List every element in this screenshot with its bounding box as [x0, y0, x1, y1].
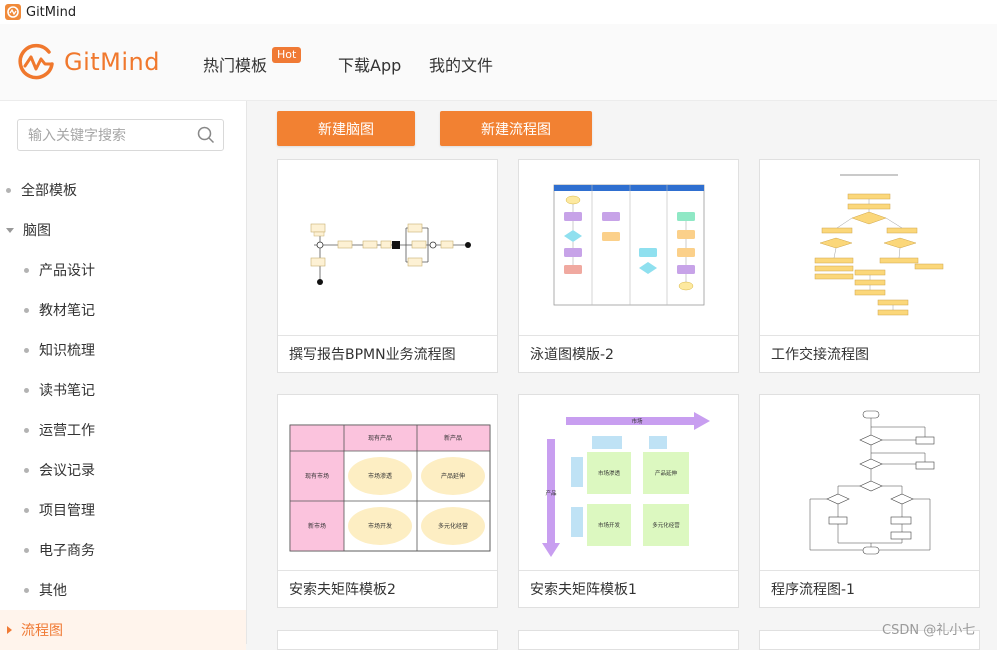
- template-thumbnail: [278, 160, 497, 336]
- window-title-bar: GitMind: [0, 0, 997, 24]
- sidebar-item-label: 全部模板: [21, 183, 77, 199]
- sidebar-item-flowchart[interactable]: 流程图: [0, 610, 246, 650]
- bullet-icon: [24, 467, 29, 473]
- sidebar-item-label: 运营工作: [39, 423, 95, 439]
- caret-right-icon: [7, 626, 12, 634]
- ansoff1-side-arrow-label: 产品: [545, 489, 557, 497]
- sidebar-item-meeting-notes[interactable]: 会议记录: [0, 450, 246, 490]
- template-card-title: 泳道图模版-2: [530, 347, 614, 363]
- bullet-icon: [24, 387, 29, 393]
- template-thumbnail: 现有产品 新产品 现有市场 新市场 市场渗透 产品延伸 市场开发 多元化经营: [278, 395, 497, 571]
- template-card-title: 程序流程图-1: [771, 582, 855, 598]
- bullet-icon: [24, 347, 29, 353]
- ansoff2-row-existing-market: 现有市场: [305, 472, 329, 480]
- sidebar-item-reading-notes[interactable]: 读书笔记: [0, 370, 246, 410]
- ansoff1-q2: 产品延伸: [655, 469, 678, 477]
- sidebar-item-ecommerce[interactable]: 电子商务: [0, 530, 246, 570]
- sidebar-item-textbook-notes[interactable]: 教材笔记: [0, 290, 246, 330]
- sidebar-item-label: 流程图: [21, 623, 63, 639]
- window-title: GitMind: [26, 4, 77, 20]
- sidebar-item-label: 读书笔记: [39, 383, 95, 399]
- sidebar-item-knowledge[interactable]: 知识梳理: [0, 330, 246, 370]
- logo-text: GitMind: [64, 48, 160, 76]
- sidebar-item-label: 会议记录: [39, 463, 95, 479]
- ansoff-matrix-1-thumbnail: 市场 产品 市场渗透 产品延伸 市场开发 多元化经营: [542, 412, 710, 557]
- search-icon[interactable]: [197, 126, 215, 144]
- ansoff2-header-new-product: 新产品: [444, 434, 462, 442]
- ansoff2-q4: 多元化经营: [438, 522, 468, 530]
- sidebar-item-label: 其他: [39, 583, 67, 599]
- ansoff1-top-arrow-label: 市场: [631, 417, 643, 425]
- template-thumbnail: [760, 160, 979, 336]
- sidebar-item-label: 项目管理: [39, 503, 95, 519]
- sidebar-item-label: 产品设计: [39, 263, 95, 279]
- bullet-icon: [24, 427, 29, 433]
- template-card-swimlane[interactable]: 泳道图模版-2: [518, 159, 739, 373]
- nav-download-app[interactable]: 下载App: [338, 52, 401, 76]
- top-header: GitMind 热门模板 下载App 我的文件: [0, 24, 997, 101]
- bullet-icon: [6, 187, 11, 193]
- sidebar-item-label: 教材笔记: [39, 303, 95, 319]
- bullet-icon: [24, 267, 29, 273]
- template-card-ansoff-1[interactable]: 市场 产品 市场渗透 产品延伸 市场开发 多元化经营 安索夫矩阵模板1: [518, 394, 739, 608]
- template-card-ansoff-2[interactable]: 现有产品 新产品 现有市场 新市场 市场渗透 产品延伸 市场开发 多元化经营 安…: [277, 394, 498, 608]
- search-box: [17, 119, 224, 152]
- template-card-partial[interactable]: [518, 630, 739, 650]
- gitmind-logo-icon: [18, 43, 54, 80]
- new-flowchart-button[interactable]: 新建流程图: [440, 111, 592, 146]
- program-flowchart-thumbnail: [809, 410, 935, 555]
- ansoff1-q4: 多元化经营: [652, 521, 680, 529]
- gitmind-logo[interactable]: GitMind: [16, 42, 160, 82]
- template-card-title: 撰写报告BPMN业务流程图: [289, 347, 456, 363]
- bullet-icon: [24, 307, 29, 313]
- sidebar-item-label: 电子商务: [39, 543, 95, 559]
- bpmn-diagram-thumbnail: [310, 223, 471, 285]
- sidebar-item-mindmap[interactable]: 脑图: [0, 210, 246, 250]
- sidebar-item-all-templates[interactable]: 全部模板: [0, 170, 246, 210]
- template-card-program-flowchart[interactable]: 程序流程图-1: [759, 394, 980, 608]
- template-card-bpmn[interactable]: 撰写报告BPMN业务流程图: [277, 159, 498, 373]
- ansoff2-header-existing-product: 现有产品: [368, 434, 392, 442]
- ansoff1-q1: 市场渗透: [598, 469, 621, 477]
- csdn-watermark: CSDN @礼小七: [882, 623, 976, 638]
- caret-down-icon: [6, 227, 14, 233]
- template-card-work-handover[interactable]: 工作交接流程图: [759, 159, 980, 373]
- nav-my-files[interactable]: 我的文件: [429, 52, 493, 76]
- gitmind-app-icon: [5, 4, 21, 20]
- template-card-title: 安索夫矩阵模板2: [289, 582, 396, 598]
- ansoff2-q3: 市场开发: [368, 522, 392, 530]
- sidebar-item-project-management[interactable]: 项目管理: [0, 490, 246, 530]
- search-input[interactable]: [18, 120, 200, 152]
- swimlane-diagram-thumbnail: [553, 184, 705, 306]
- template-card-title: 安索夫矩阵模板1: [530, 582, 637, 598]
- sidebar-item-other[interactable]: 其他: [0, 570, 246, 610]
- nav-hot-templates[interactable]: 热门模板: [203, 52, 267, 76]
- template-card-partial[interactable]: [277, 630, 498, 650]
- sidebar-item-product-design[interactable]: 产品设计: [0, 250, 246, 290]
- bullet-icon: [24, 587, 29, 593]
- handover-flowchart-thumbnail: [814, 174, 944, 316]
- new-mindmap-button[interactable]: 新建脑图: [277, 111, 415, 146]
- template-thumbnail: [760, 395, 979, 571]
- ansoff-matrix-2-thumbnail: 现有产品 新产品 现有市场 新市场 市场渗透 产品延伸 市场开发 多元化经营: [289, 424, 491, 552]
- bullet-icon: [24, 507, 29, 513]
- ansoff2-q2: 产品延伸: [441, 472, 465, 480]
- sidebar-item-label: 脑图: [23, 223, 51, 239]
- category-sidebar: 全部模板 脑图 产品设计 教材笔记 知识梳理 读书笔记 运营工作 会议记录 项目…: [0, 101, 247, 650]
- template-card-title: 工作交接流程图: [771, 347, 869, 363]
- hot-badge: Hot: [272, 47, 302, 63]
- ansoff1-q3: 市场开发: [598, 521, 621, 529]
- ansoff2-q1: 市场渗透: [368, 472, 392, 480]
- ansoff2-row-new-market: 新市场: [308, 522, 326, 530]
- sidebar-item-operations[interactable]: 运营工作: [0, 410, 246, 450]
- template-thumbnail: 市场 产品 市场渗透 产品延伸 市场开发 多元化经营: [519, 395, 738, 571]
- template-thumbnail: [519, 160, 738, 336]
- sidebar-item-label: 知识梳理: [39, 343, 95, 359]
- bullet-icon: [24, 547, 29, 553]
